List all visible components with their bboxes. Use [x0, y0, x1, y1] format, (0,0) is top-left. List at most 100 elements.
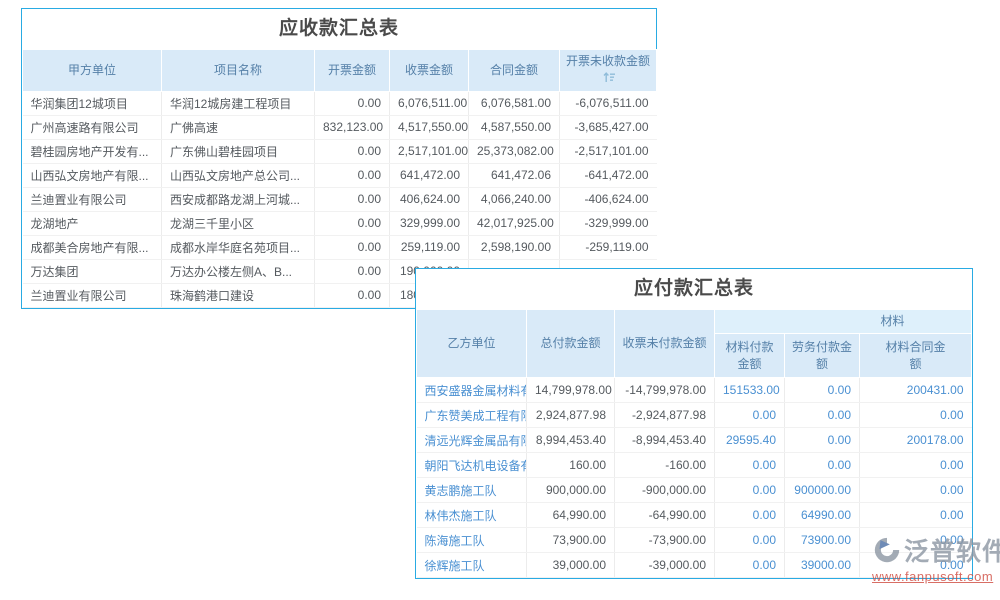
table-cell: 0.00 — [860, 478, 972, 503]
col-header-invoiced-unpaid-amount[interactable]: 开票未收款金额 — [560, 50, 657, 92]
table-cell: 兰迪置业有限公司 — [23, 187, 162, 211]
table-cell: 6,076,511.00 — [390, 91, 469, 115]
table-cell: -6,076,511.00 — [560, 91, 657, 115]
table-cell: 华润12城房建工程项目 — [162, 91, 315, 115]
table-cell: -329,999.00 — [560, 211, 657, 235]
table-cell: 华润集团12城项目 — [23, 91, 162, 115]
table-row: 碧桂园房地产开发有...广东佛山碧桂园项目0.002,517,101.0025,… — [23, 139, 657, 163]
table-cell[interactable]: 徐辉施工队 — [417, 553, 527, 578]
table-cell: 29595.40 — [715, 428, 785, 453]
table-cell: 641,472.06 — [469, 163, 560, 187]
table-cell[interactable]: 黄志鹏施工队 — [417, 478, 527, 503]
table-cell: 西安成都路龙湖上河城... — [162, 187, 315, 211]
table-cell: -39,000.00 — [615, 553, 715, 578]
table-cell: 900,000.00 — [527, 478, 615, 503]
table-cell: -2,924,877.98 — [615, 403, 715, 428]
receivables-title: 应收款汇总表 — [22, 9, 656, 49]
table-cell: 151533.00 — [715, 378, 785, 403]
table-cell: -2,517,101.00 — [560, 139, 657, 163]
table-row: 广州高速路有限公司广佛高速832,123.004,517,550.004,587… — [23, 115, 657, 139]
table-row: 西安盛器金属材料有14,799,978.00-14,799,978.001515… — [417, 378, 972, 403]
table-cell: 4,587,550.00 — [469, 115, 560, 139]
table-cell: -160.00 — [615, 453, 715, 478]
table-cell: 0.00 — [785, 453, 860, 478]
table-cell[interactable]: 朝阳飞达机电设备有 — [417, 453, 527, 478]
col-header-receipt-unpaid: 收票未付款金额 — [615, 310, 715, 378]
payables-summary-panel: 应付款汇总表 乙方单位 总付款金额 收票未付款金额 材料 材料付款金额 劳务付款… — [415, 268, 973, 579]
table-cell: 0.00 — [860, 553, 972, 578]
receivables-summary-panel: 应收款汇总表 甲方单位 项目名称 开票金额 收票金额 合同金额 开票未收款金额 … — [21, 8, 657, 309]
table-cell[interactable]: 西安盛器金属材料有 — [417, 378, 527, 403]
table-cell: 64990.00 — [785, 503, 860, 528]
table-cell: 73,900.00 — [527, 528, 615, 553]
table-cell: 广东佛山碧桂园项目 — [162, 139, 315, 163]
table-cell: 200178.00 — [860, 428, 972, 453]
table-cell: 0.00 — [715, 553, 785, 578]
table-cell: 广佛高速 — [162, 115, 315, 139]
table-cell: 6,076,581.00 — [469, 91, 560, 115]
table-cell: 42,017,925.00 — [469, 211, 560, 235]
table-cell: 64,990.00 — [527, 503, 615, 528]
table-cell: 成都水岸华庭名苑项目... — [162, 235, 315, 259]
table-cell: 4,066,240.00 — [469, 187, 560, 211]
table-cell: 0.00 — [315, 259, 390, 283]
table-cell: -14,799,978.00 — [615, 378, 715, 403]
table-cell: 200431.00 — [860, 378, 972, 403]
table-row: 清远光辉金属品有限8,994,453.40-8,994,453.4029595.… — [417, 428, 972, 453]
table-cell: 641,472.00 — [390, 163, 469, 187]
table-cell: 0.00 — [715, 453, 785, 478]
table-row: 龙湖地产龙湖三千里小区0.00329,999.0042,017,925.00-3… — [23, 211, 657, 235]
table-cell: 39,000.00 — [527, 553, 615, 578]
table-cell: 广州高速路有限公司 — [23, 115, 162, 139]
table-cell: 0.00 — [315, 187, 390, 211]
table-cell: 832,123.00 — [315, 115, 390, 139]
table-cell: 万达办公楼左侧A、B... — [162, 259, 315, 283]
table-cell: 259,119.00 — [390, 235, 469, 259]
table-cell: 2,924,877.98 — [527, 403, 615, 428]
table-cell: 0.00 — [860, 403, 972, 428]
table-cell[interactable]: 陈海施工队 — [417, 528, 527, 553]
payables-table: 乙方单位 总付款金额 收票未付款金额 材料 材料付款金额 劳务付款金额 材料合同… — [416, 309, 972, 578]
table-cell: 万达集团 — [23, 259, 162, 283]
table-cell: 329,999.00 — [390, 211, 469, 235]
table-row: 兰迪置业有限公司西安成都路龙湖上河城...0.00406,624.004,066… — [23, 187, 657, 211]
table-row: 山西弘文房地产有限...山西弘文房地产总公司...0.00641,472.006… — [23, 163, 657, 187]
table-cell: -8,994,453.40 — [615, 428, 715, 453]
table-row: 广东赞美成工程有限2,924,877.98-2,924,877.980.000.… — [417, 403, 972, 428]
table-cell: 14,799,978.00 — [527, 378, 615, 403]
table-cell[interactable]: 林伟杰施工队 — [417, 503, 527, 528]
table-cell: 0.00 — [715, 478, 785, 503]
table-cell: -259,119.00 — [560, 235, 657, 259]
col-header-material-contract: 材料合同金额 — [860, 334, 972, 378]
table-cell: -64,990.00 — [615, 503, 715, 528]
table-cell: 0.00 — [315, 91, 390, 115]
receivables-header-row: 甲方单位 项目名称 开票金额 收票金额 合同金额 开票未收款金额 — [23, 50, 657, 92]
col-header-receipt-amount: 收票金额 — [390, 50, 469, 92]
table-cell: 0.00 — [315, 139, 390, 163]
table-cell[interactable]: 清远光辉金属品有限 — [417, 428, 527, 453]
col-header-contract-amount: 合同金额 — [469, 50, 560, 92]
table-cell: 25,373,082.00 — [469, 139, 560, 163]
col-header-project-name: 项目名称 — [162, 50, 315, 92]
table-cell: 0.00 — [860, 453, 972, 478]
table-cell: 8,994,453.40 — [527, 428, 615, 453]
table-cell: 4,517,550.00 — [390, 115, 469, 139]
table-row: 黄志鹏施工队900,000.00-900,000.000.00900000.00… — [417, 478, 972, 503]
table-cell: 2,598,190.00 — [469, 235, 560, 259]
table-cell: 0.00 — [785, 428, 860, 453]
table-cell: 龙湖三千里小区 — [162, 211, 315, 235]
group-header-materials: 材料 — [715, 310, 972, 334]
table-cell: 碧桂园房地产开发有... — [23, 139, 162, 163]
table-cell: 73900.00 — [785, 528, 860, 553]
payables-title: 应付款汇总表 — [416, 269, 972, 309]
table-cell: 0.00 — [315, 211, 390, 235]
col-header-labor-payment: 劳务付款金额 — [785, 334, 860, 378]
table-cell: -3,685,427.00 — [560, 115, 657, 139]
col-header-material-payment: 材料付款金额 — [715, 334, 785, 378]
sort-icon[interactable] — [603, 72, 616, 83]
table-cell: 0.00 — [315, 163, 390, 187]
table-cell: 160.00 — [527, 453, 615, 478]
table-row: 徐辉施工队39,000.00-39,000.000.0039000.000.00 — [417, 553, 972, 578]
table-cell[interactable]: 广东赞美成工程有限 — [417, 403, 527, 428]
table-cell: 900000.00 — [785, 478, 860, 503]
